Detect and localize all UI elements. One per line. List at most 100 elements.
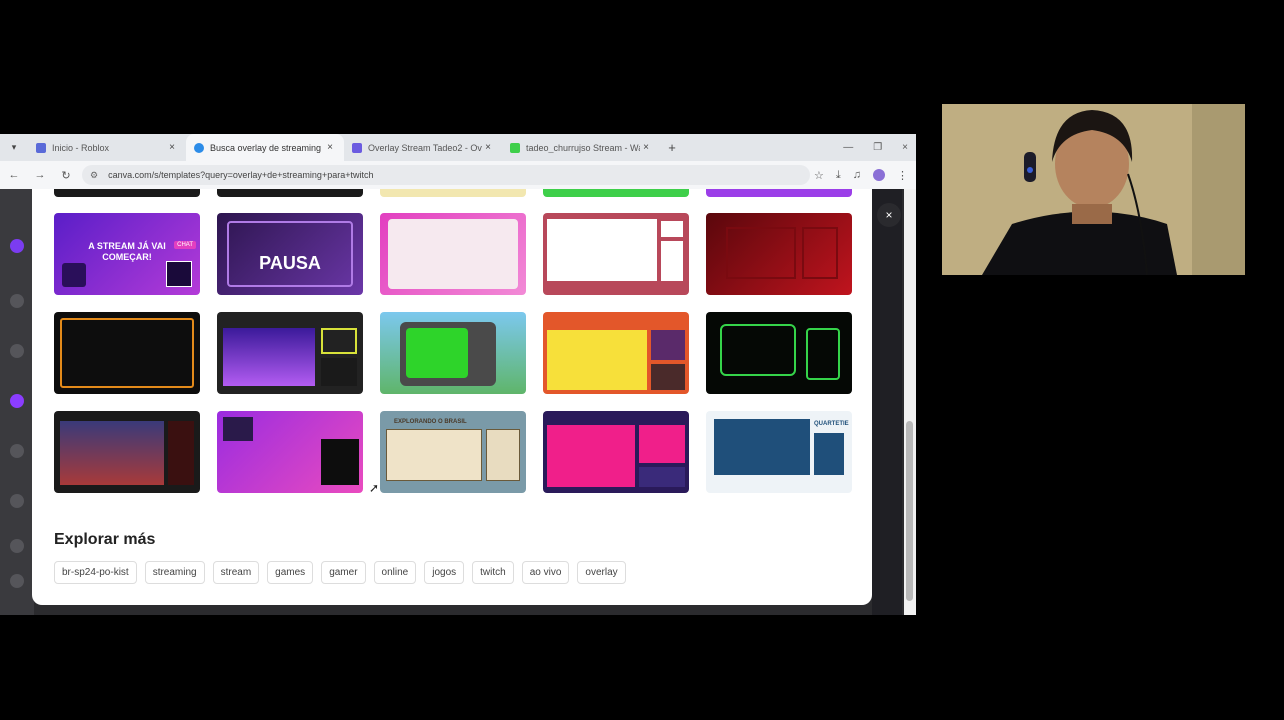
minimize-icon[interactable]: —: [843, 142, 853, 153]
media-icon[interactable]: ♫: [853, 169, 861, 181]
browser-window: ▾ Inicio - Roblox × Busca overlay de str…: [0, 134, 916, 615]
template-frame: [321, 358, 357, 386]
chip-gamer[interactable]: gamer: [321, 561, 366, 584]
mouse-cursor-icon: ➚: [369, 481, 380, 495]
bookmark-star-icon[interactable]: ☆: [814, 169, 824, 182]
template-card[interactable]: [54, 312, 200, 394]
back-icon[interactable]: ←: [8, 169, 20, 181]
template-frame: [802, 227, 838, 279]
close-modal-icon[interactable]: ×: [877, 203, 901, 227]
template-frame: [661, 221, 683, 237]
window-controls: — ❐ ×: [843, 134, 908, 161]
explore-chips: br-sp24-po-kist streaming stream games g…: [54, 561, 626, 584]
template-card[interactable]: [380, 213, 526, 295]
rail-notifications-icon[interactable]: [10, 539, 24, 553]
close-tab-icon[interactable]: ×: [640, 142, 652, 153]
profile-avatar[interactable]: [873, 169, 885, 181]
template-frame: [321, 328, 357, 354]
explore-more-title: Explorar más: [54, 531, 156, 548]
template-frame: [223, 417, 253, 441]
template-frame: [814, 433, 844, 475]
tab-bar: ▾ Inicio - Roblox × Busca overlay de str…: [0, 134, 916, 161]
rail-apps-icon[interactable]: [10, 494, 24, 508]
close-window-icon[interactable]: ×: [902, 142, 908, 153]
template-card[interactable]: [543, 213, 689, 295]
kick-favicon-icon: [510, 142, 520, 153]
template-card[interactable]: [706, 213, 852, 295]
chip-twitch[interactable]: twitch: [472, 561, 514, 584]
menu-icon[interactable]: ⋮: [897, 169, 908, 182]
template-card-cut[interactable]: [380, 189, 526, 197]
close-tab-icon[interactable]: ×: [482, 142, 494, 153]
close-tab-icon[interactable]: ×: [166, 142, 178, 153]
rail-brand-icon[interactable]: [10, 444, 24, 458]
rail-create-icon[interactable]: [10, 239, 24, 253]
template-badge: CHAT: [174, 241, 196, 249]
webcam-overlay: [942, 104, 1245, 275]
template-frame: [62, 263, 86, 287]
address-bar[interactable]: ⚙ canva.com/s/templates?query=overlay+de…: [82, 165, 810, 185]
template-frame: [639, 425, 685, 463]
template-card-cut[interactable]: [217, 189, 363, 197]
rail-account-icon[interactable]: [10, 574, 24, 588]
webcam-person-image: [942, 104, 1245, 275]
close-tab-icon[interactable]: ×: [324, 142, 336, 153]
forward-icon[interactable]: →: [34, 169, 46, 181]
rail-templates-icon[interactable]: [10, 394, 24, 408]
template-card[interactable]: [543, 312, 689, 394]
download-icon[interactable]: ⤓: [836, 169, 841, 182]
tab-roblox[interactable]: Inicio - Roblox ×: [28, 134, 186, 161]
template-card-cut[interactable]: [54, 189, 200, 197]
chip-br-sp24-po-kist[interactable]: br-sp24-po-kist: [54, 561, 137, 584]
scrollbar-thumb[interactable]: [906, 421, 913, 601]
template-search-modal: A STREAM JÁ VAI COMEÇAR! CHAT PAUSA EXPL…: [32, 189, 872, 605]
canva-left-rail: [0, 189, 34, 615]
template-card[interactable]: PAUSA: [217, 213, 363, 295]
chip-overlay[interactable]: overlay: [577, 561, 626, 584]
chip-stream[interactable]: stream: [212, 561, 260, 584]
template-frame: [547, 219, 657, 281]
template-frame: [166, 261, 192, 287]
template-frame: [486, 429, 520, 481]
template-frame: [386, 429, 482, 481]
tab-canva[interactable]: Busca overlay de streaming pa ×: [186, 134, 344, 161]
template-card-cut[interactable]: [543, 189, 689, 197]
template-frame: [547, 330, 647, 390]
chip-games[interactable]: games: [267, 561, 314, 584]
template-card[interactable]: A STREAM JÁ VAI COMEÇAR! CHAT: [54, 213, 200, 295]
restore-icon[interactable]: ❐: [873, 142, 882, 153]
chip-jogos[interactable]: jogos: [424, 561, 465, 584]
template-card[interactable]: [217, 312, 363, 394]
chip-online[interactable]: online: [373, 561, 417, 584]
template-card-cut[interactable]: [706, 189, 852, 197]
template-card[interactable]: [543, 411, 689, 493]
template-title: A STREAM JÁ VAI COMEÇAR!: [88, 241, 166, 262]
template-frame: [388, 219, 518, 289]
template-card[interactable]: [380, 312, 526, 394]
roblox-favicon-icon: [36, 142, 46, 153]
template-card[interactable]: [54, 411, 200, 493]
template-frame: [806, 328, 840, 380]
reload-icon[interactable]: ↻: [60, 169, 72, 182]
template-card[interactable]: EXPLORANDO O BRASIL: [380, 411, 526, 493]
template-card[interactable]: QUARTETIE: [706, 411, 852, 493]
template-card[interactable]: [706, 312, 852, 394]
chip-streaming[interactable]: streaming: [144, 561, 205, 584]
template-frame: [168, 421, 194, 485]
rail-home-icon[interactable]: [10, 294, 24, 308]
template-frame: [714, 419, 810, 475]
canva-right-edge: [872, 189, 902, 615]
tab-search-icon[interactable]: ▾: [0, 142, 28, 153]
new-tab-button[interactable]: +: [660, 140, 684, 155]
site-info-icon[interactable]: ⚙: [90, 170, 98, 181]
template-frame: [547, 425, 635, 487]
canva-favicon-icon: [194, 142, 204, 153]
template-title: QUARTETIE: [814, 421, 849, 427]
template-card[interactable]: [217, 411, 363, 493]
rail-projects-icon[interactable]: [10, 344, 24, 358]
template-frame: [60, 421, 164, 485]
chip-ao-vivo[interactable]: ao vivo: [521, 561, 570, 584]
template-frame: [60, 318, 194, 388]
tab-kick[interactable]: tadeo_churrujso Stream - Wat ×: [502, 134, 660, 161]
tab-overlay[interactable]: Overlay Stream Tadeo2 - Overl ×: [344, 134, 502, 161]
